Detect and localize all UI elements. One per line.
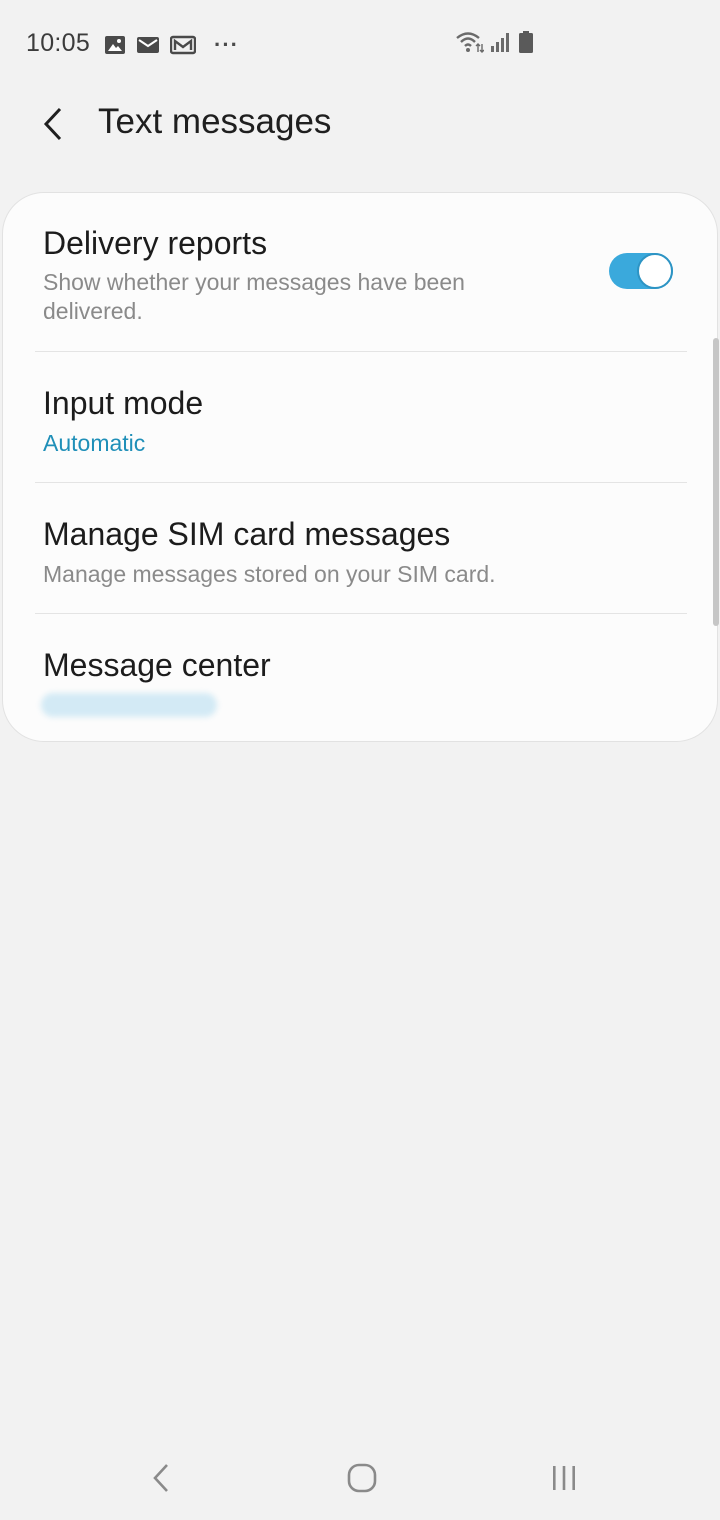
nav-back-icon <box>150 1462 172 1499</box>
setting-delivery-reports[interactable]: Delivery reports Show whether your messa… <box>3 193 717 351</box>
setting-manage-sim-messages[interactable]: Manage SIM card messages Manage messages… <box>3 484 717 614</box>
setting-value: Automatic <box>43 430 146 456</box>
navigation-bar <box>0 1440 720 1520</box>
delivery-reports-toggle[interactable] <box>609 253 673 289</box>
nav-recents-button[interactable] <box>534 1458 594 1502</box>
wifi-icon <box>454 30 484 54</box>
setting-message-center[interactable]: Message center <box>3 615 717 741</box>
nav-recents-icon <box>549 1463 579 1498</box>
notification-icons: ··· <box>104 32 239 58</box>
setting-title: Input mode <box>43 385 204 421</box>
redacted-message-center-number <box>41 693 217 717</box>
settings-card: Delivery reports Show whether your messa… <box>2 192 718 742</box>
divider <box>35 351 687 352</box>
toggle-knob <box>637 253 673 289</box>
status-bar: 10:05 ··· <box>0 0 720 88</box>
nav-home-button[interactable] <box>332 1458 392 1502</box>
more-notifications-indicator: ··· <box>214 32 239 57</box>
nav-back-button[interactable] <box>131 1458 191 1502</box>
divider <box>35 482 687 483</box>
nav-home-icon <box>346 1462 378 1499</box>
signal-icon <box>490 31 512 53</box>
app-bar: Text messages <box>0 88 720 164</box>
back-chevron-icon <box>40 106 68 147</box>
back-button[interactable] <box>26 98 82 154</box>
setting-title: Message center <box>43 647 271 683</box>
setting-title: Manage SIM card messages <box>43 516 451 552</box>
setting-title: Delivery reports <box>43 225 268 261</box>
gallery-icon <box>104 35 126 55</box>
divider <box>35 613 687 614</box>
status-time: 10:05 <box>26 29 91 57</box>
system-icons <box>454 30 534 54</box>
scrollbar[interactable] <box>713 338 719 626</box>
setting-description: Show whether your messages have been del… <box>43 269 465 324</box>
email-icon <box>136 35 160 55</box>
battery-icon <box>518 30 534 54</box>
setting-description: Manage messages stored on your SIM card. <box>43 561 496 587</box>
page-title: Text messages <box>98 102 332 141</box>
setting-input-mode[interactable]: Input mode Automatic <box>3 353 717 483</box>
gmail-icon <box>170 35 196 55</box>
